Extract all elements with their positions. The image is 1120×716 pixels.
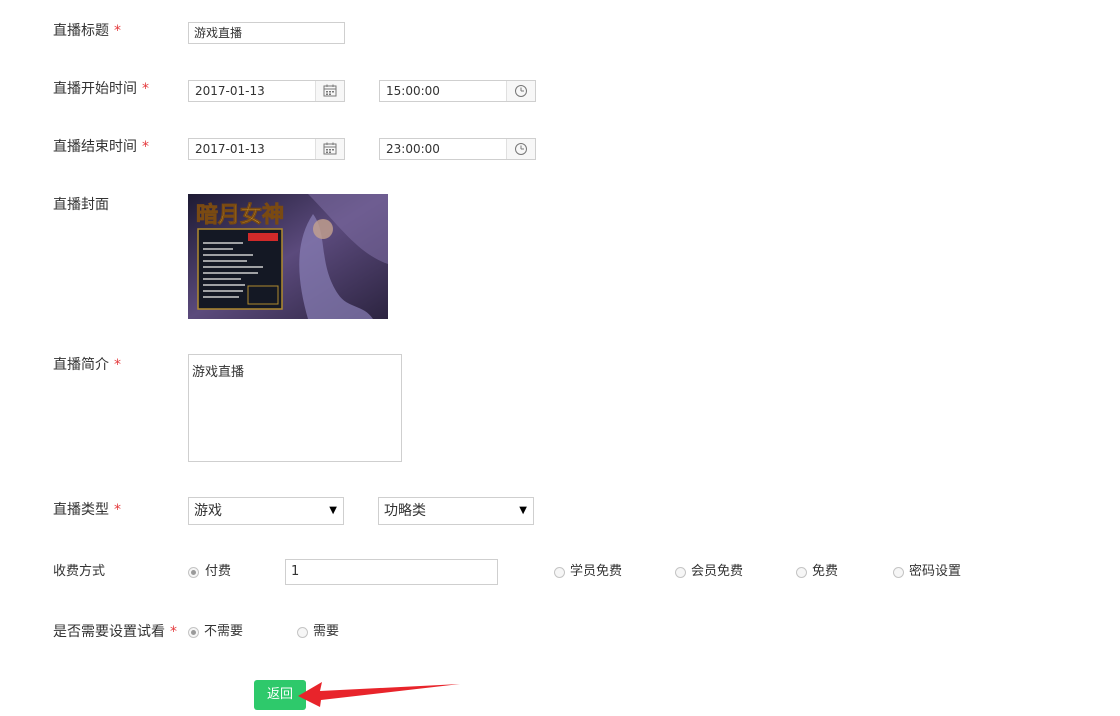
fee-option-member-free: 会员免费 <box>691 564 744 579</box>
trial-radio-no[interactable] <box>188 627 199 638</box>
end-time-label: 直播结束时间 * <box>53 139 149 155</box>
calendar-icon[interactable] <box>315 139 344 159</box>
trial-option-yes: 需要 <box>313 624 340 639</box>
cover-label: 直播封面 <box>53 197 109 213</box>
intro-textarea[interactable]: 游戏直播 <box>188 354 402 462</box>
cover-image[interactable]: 暗月女神 <box>188 194 388 319</box>
start-time-input[interactable]: 15:00:00 <box>379 80 536 102</box>
fee-radio-password[interactable] <box>893 567 904 578</box>
dropdown-arrow-icon: ▼ <box>329 505 337 516</box>
start-date-input[interactable]: 2017-01-13 <box>188 80 345 102</box>
fee-radio-member-free[interactable] <box>675 567 686 578</box>
cover-title-text: 暗月女神 <box>196 202 284 228</box>
clock-icon[interactable] <box>506 81 535 101</box>
fee-radio-free[interactable] <box>796 567 807 578</box>
start-time-label: 直播开始时间 * <box>53 81 149 97</box>
fee-option-free: 免费 <box>812 564 839 579</box>
clock-icon[interactable] <box>506 139 535 159</box>
trial-label: 是否需要设置试看 * <box>53 624 177 640</box>
dropdown-arrow-icon: ▼ <box>519 505 527 516</box>
fee-option-student-free: 学员免费 <box>570 564 623 579</box>
title-label: 直播标题 * <box>53 23 121 39</box>
fee-label: 收费方式 <box>53 564 106 579</box>
price-input[interactable]: 1 <box>285 559 498 585</box>
calendar-icon[interactable] <box>315 81 344 101</box>
fee-radio-paid[interactable] <box>188 567 199 578</box>
intro-label: 直播简介 * <box>53 357 121 373</box>
trial-radio-yes[interactable] <box>297 627 308 638</box>
trial-option-no: 不需要 <box>204 624 244 639</box>
subtype-select[interactable]: 功略类 ▼ <box>378 497 534 525</box>
red-arrow-annotation <box>298 682 460 707</box>
fee-option-password: 密码设置 <box>909 564 962 579</box>
end-date-input[interactable]: 2017-01-13 <box>188 138 345 160</box>
type-select[interactable]: 游戏 ▼ <box>188 497 344 525</box>
title-input[interactable]: 游戏直播 <box>188 22 345 44</box>
type-label: 直播类型 * <box>53 502 121 518</box>
end-time-input[interactable]: 23:00:00 <box>379 138 536 160</box>
fee-option-paid: 付费 <box>205 564 232 579</box>
fee-radio-student-free[interactable] <box>554 567 565 578</box>
